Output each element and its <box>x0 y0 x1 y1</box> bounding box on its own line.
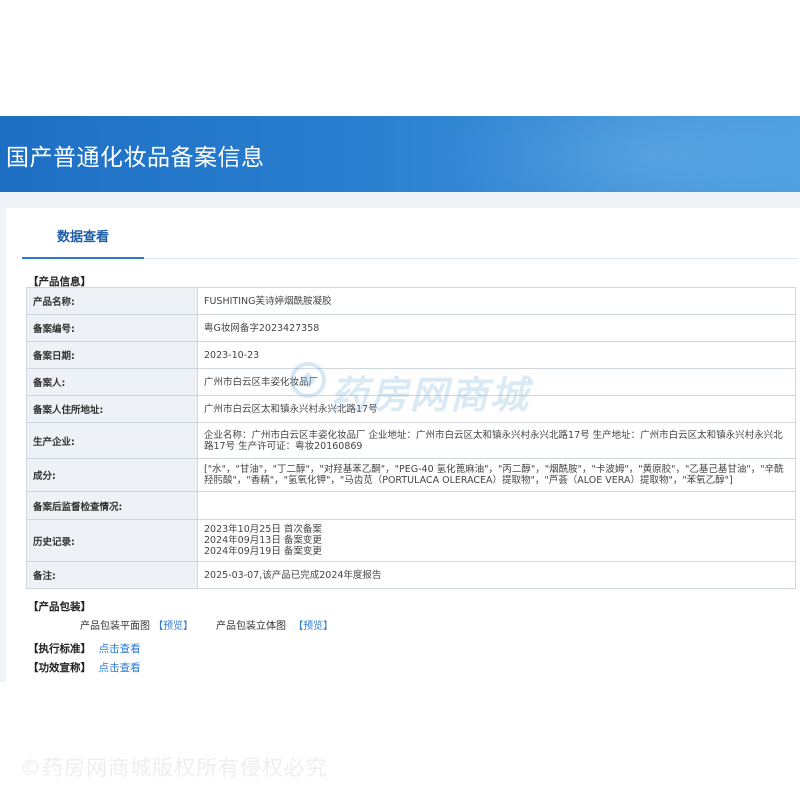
section-package: 【产品包装】 <box>28 601 91 613</box>
product-info-table: 产品名称: FUSHITING芙诗婷烟酰胺凝胶 备案编号: 粤G妆网备字2023… <box>26 287 796 589</box>
row-value: 粤G妆网备字2023427358 <box>197 314 796 342</box>
package-solid-preview-link[interactable]: 【预览】 <box>293 621 333 632</box>
standard-view-link[interactable]: 点击查看 <box>99 643 141 655</box>
tab-data-view[interactable]: 数据查看 <box>22 216 144 259</box>
table-row: 备注: 2025-03-07,该产品已完成2024年度报告 <box>26 561 796 589</box>
row-value: 2025-03-07,该产品已完成2024年度报告 <box>197 561 796 589</box>
table-row: 生产企业: 企业名称：广州市白云区丰姿化妆品厂 企业地址：广州市白云区太和镇永兴… <box>26 422 796 459</box>
section-efficacy: 【功效宣称】 点击查看 <box>28 660 141 675</box>
row-value: ["水"，"甘油"，"丁二醇"，"对羟基苯乙酮"，"PEG-40 氢化蓖麻油"，… <box>197 458 796 492</box>
row-label: 备注: <box>26 561 198 589</box>
section-efficacy-label: 【功效宣称】 <box>28 662 91 674</box>
row-value: FUSHITING芙诗婷烟酰胺凝胶 <box>197 287 796 315</box>
watermark-logo-icon <box>290 362 326 398</box>
row-label: 历史记录: <box>26 519 198 562</box>
table-row: 备案后监督检查情况: <box>26 491 796 520</box>
table-row: 历史记录: 2023年10月25日 首次备案 2024年09月13日 备案变更 … <box>26 519 796 562</box>
package-flat: 产品包装平面图 【预览】 <box>80 617 193 632</box>
row-label: 成分: <box>26 458 198 492</box>
package-solid: 产品包装立体图 【预览】 <box>216 617 333 632</box>
row-value: 企业名称：广州市白云区丰姿化妆品厂 企业地址：广州市白云区太和镇永兴村永兴北路1… <box>197 422 796 459</box>
row-label: 备案人: <box>26 368 198 396</box>
page-title: 国产普通化妆品备案信息 <box>6 145 265 171</box>
row-label: 备案日期: <box>26 341 198 369</box>
section-standard-label: 【执行标准】 <box>28 643 91 655</box>
row-value: 2023年10月25日 首次备案 2024年09月13日 备案变更 2024年0… <box>197 519 796 562</box>
table-row: 成分: ["水"，"甘油"，"丁二醇"，"对羟基苯乙酮"，"PEG-40 氢化蓖… <box>26 458 796 492</box>
copyright-watermark: ©药房网商城版权所有侵权必究 <box>20 756 328 780</box>
tab-bar: 数据查看 <box>22 216 798 259</box>
row-label: 生产企业: <box>26 422 198 459</box>
row-label: 备案编号: <box>26 314 198 342</box>
row-label: 产品名称: <box>26 287 198 315</box>
header-banner: 国产普通化妆品备案信息 <box>0 116 800 192</box>
package-flat-preview-link[interactable]: 【预览】 <box>153 621 193 632</box>
watermark-text: 药房网商城 <box>330 373 531 417</box>
efficacy-view-link[interactable]: 点击查看 <box>99 662 141 674</box>
row-label: 备案人住所地址: <box>26 395 198 423</box>
package-solid-label: 产品包装立体图 <box>216 621 286 632</box>
row-value <box>197 491 796 520</box>
row-label: 备案后监督检查情况: <box>26 491 198 520</box>
table-row: 备案编号: 粤G妆网备字2023427358 <box>26 314 796 342</box>
section-standard: 【执行标准】 点击查看 <box>28 641 141 656</box>
table-row: 产品名称: FUSHITING芙诗婷烟酰胺凝胶 <box>26 287 796 315</box>
package-flat-label: 产品包装平面图 <box>80 621 150 632</box>
